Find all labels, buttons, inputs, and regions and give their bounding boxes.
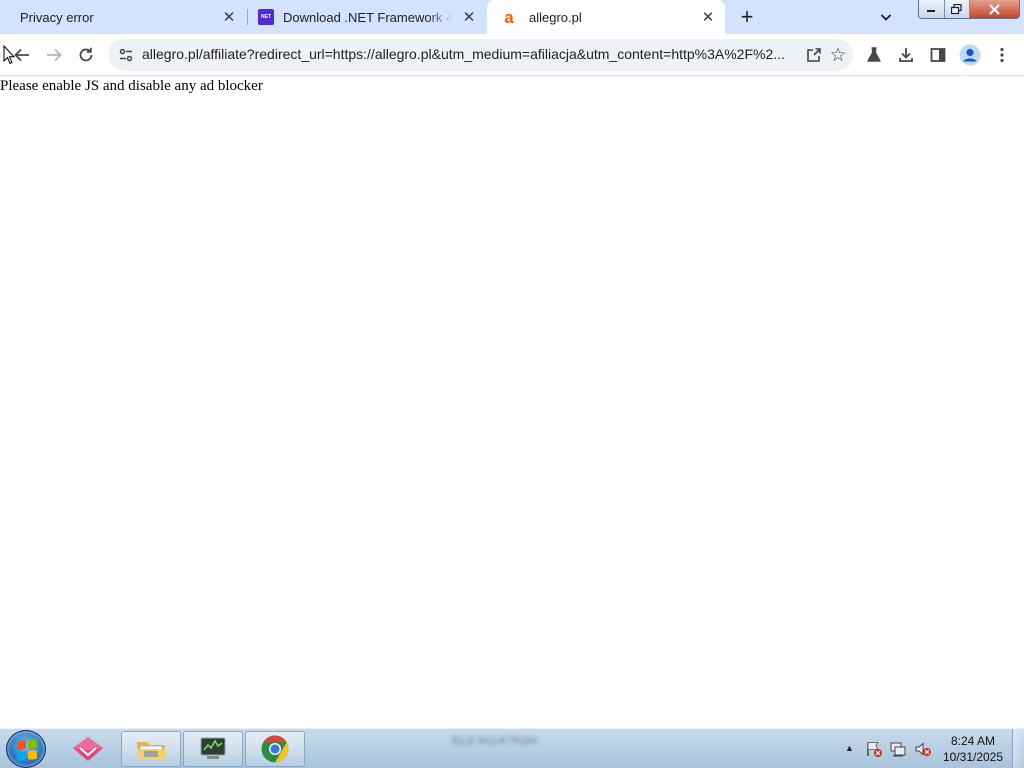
windows-logo-icon (17, 738, 37, 762)
allegro-favicon-icon: a (504, 7, 514, 27)
tab-strip: Privacy error ✕ NET Download .NET Framew… (0, 0, 1024, 34)
tab-dotnet-download[interactable]: NET Download .NET Framework 4.7.2 ✕ (248, 0, 486, 34)
share-button[interactable] (801, 43, 825, 67)
share-icon (806, 47, 821, 62)
clock-date: 10/31/2025 (942, 750, 1004, 764)
avatar-icon (959, 44, 981, 66)
address-bar[interactable]: allegro.pl/affiliate?redirect_url=https:… (108, 39, 853, 71)
back-arrow-icon (14, 48, 29, 62)
pink-diamond-app-icon (73, 737, 103, 761)
restore-button[interactable] (944, 0, 970, 18)
close-icon (989, 3, 1000, 15)
page-message: Please enable JS and disable any ad bloc… (0, 78, 263, 94)
tab-close-icon[interactable]: ✕ (699, 8, 717, 26)
url-text[interactable]: allegro.pl/affiliate?redirect_url=https:… (142, 46, 794, 62)
new-tab-button[interactable]: + (733, 4, 761, 30)
taskbar-app-monitor[interactable] (183, 731, 243, 767)
flask-icon (867, 47, 881, 62)
window-controls (918, 0, 1020, 19)
tab-title: allegro.pl (529, 9, 582, 25)
browser-toolbar: allegro.pl/affiliate?redirect_url=https:… (0, 34, 1024, 76)
system-clock[interactable]: 8:24 AM 10/31/2025 (940, 733, 1006, 765)
taskbar-chrome[interactable] (245, 731, 305, 767)
restore-icon (951, 3, 962, 14)
mouse-cursor-icon (3, 45, 15, 65)
labs-button[interactable] (860, 41, 888, 69)
folder-icon (137, 742, 165, 760)
forward-arrow-icon (47, 48, 62, 62)
clock-time: 8:24 AM (950, 734, 996, 748)
page-viewport: Please enable JS and disable any ad bloc… (0, 77, 1024, 728)
chrome-menu-button[interactable] (988, 41, 1016, 69)
downloads-button[interactable] (892, 41, 920, 69)
tab-search-button[interactable] (872, 5, 900, 29)
bookmark-star-icon[interactable]: ☆ (825, 42, 851, 68)
show-hidden-icons-button[interactable]: ▲ (845, 743, 855, 753)
tab-close-icon[interactable]: ✕ (460, 8, 478, 26)
forward-button[interactable] (40, 41, 68, 69)
side-panel-icon (930, 48, 946, 62)
tab-close-icon[interactable]: ✕ (220, 8, 238, 26)
network-icon[interactable] (889, 740, 907, 758)
show-desktop-button[interactable] (1012, 729, 1024, 768)
windows-taskbar: ELIZ ACLK79184 ▲ 8:24 AM 10/31/2025 (0, 728, 1024, 768)
tab-privacy-error[interactable]: Privacy error ✕ (0, 0, 246, 34)
taskbar-app-diamond[interactable] (58, 731, 118, 767)
reload-icon (79, 47, 93, 62)
minimize-button[interactable] (919, 0, 945, 18)
reload-button[interactable] (72, 41, 100, 69)
download-icon (899, 48, 913, 62)
chevron-down-icon (880, 14, 892, 21)
taskbar-file-explorer[interactable] (121, 731, 181, 767)
system-monitor-icon (200, 737, 226, 759)
close-window-button[interactable] (970, 0, 1019, 18)
net-favicon-icon: NET (258, 9, 274, 25)
minimize-icon (927, 10, 936, 12)
more-vertical-icon (1000, 47, 1004, 63)
chrome-icon (261, 735, 289, 763)
action-center-flag-icon[interactable] (865, 740, 883, 758)
side-panel-button[interactable] (924, 41, 952, 69)
site-info-icon[interactable] (118, 47, 134, 63)
tab-title: Download .NET Framework 4.7.2 (283, 9, 453, 25)
profile-button[interactable] (956, 41, 984, 69)
start-button[interactable] (6, 730, 46, 768)
volume-muted-icon[interactable] (914, 740, 932, 758)
taskbar-hidden-label: ELIZ ACLK79184 (452, 735, 538, 747)
tab-title: Privacy error (20, 9, 94, 25)
tab-allegro[interactable]: a allegro.pl ✕ (487, 0, 725, 34)
